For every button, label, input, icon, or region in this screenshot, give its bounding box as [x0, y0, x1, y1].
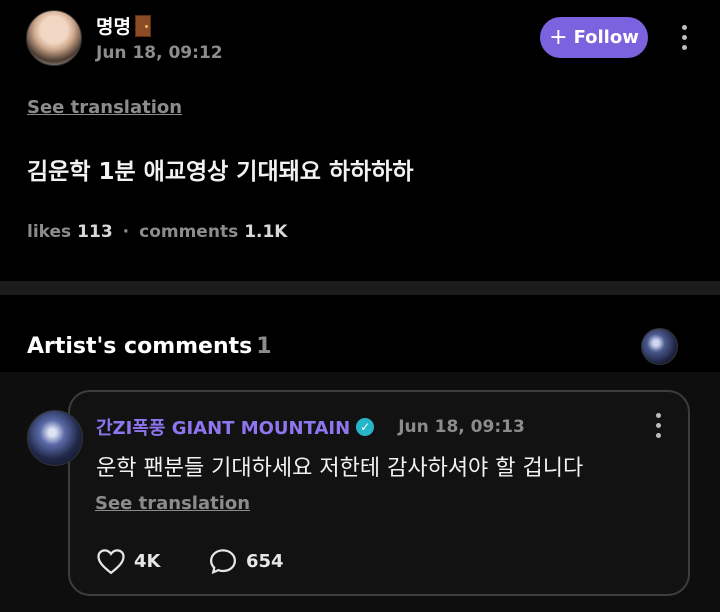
post-author-name[interactable]: 명명	[96, 12, 151, 39]
artist-comments-count: 1	[256, 334, 272, 359]
comment-see-translation-link[interactable]: See translation	[95, 493, 250, 514]
comment-timestamp: Jun 18, 09:13	[398, 417, 525, 437]
verified-icon: ✓	[356, 418, 375, 436]
follow-button-label: Follow	[573, 27, 639, 48]
post-author-name-text: 명명	[96, 16, 131, 38]
likes-label: likes	[27, 222, 72, 242]
post-see-translation-link[interactable]: See translation	[27, 97, 182, 118]
comment-like-count: 4K	[134, 550, 161, 572]
artist-avatar-small[interactable]	[641, 328, 678, 365]
comments-count[interactable]: 1.1K	[244, 222, 287, 242]
comments-label[interactable]: comments	[139, 222, 238, 242]
post-body-text: 김운학 1분 애교영상 기대돼요 하하하하	[27, 159, 414, 185]
post-author-avatar[interactable]	[26, 10, 82, 66]
comment-author-row: 간ZI폭풍 GIANT MOUNTAIN ✓ Jun 18, 09:13	[96, 414, 525, 440]
artist-comments-title: Artist's comments	[27, 334, 253, 359]
section-divider	[0, 281, 720, 295]
stats-separator: ·	[122, 222, 130, 242]
post-more-icon[interactable]	[674, 22, 694, 52]
post-stats: likes 113 · comments 1.1K	[27, 222, 287, 242]
post-timestamp: Jun 18, 09:12	[96, 43, 223, 63]
plus-icon: +	[549, 24, 568, 50]
comment-reply-count: 654	[246, 550, 284, 572]
comment-like-button[interactable]: 4K	[96, 547, 160, 575]
follow-button[interactable]: + Follow	[540, 17, 648, 58]
likes-count: 113	[77, 222, 113, 242]
heart-icon	[97, 549, 125, 575]
comment-bubble-icon	[209, 549, 237, 575]
comment-reply-button[interactable]: 654	[208, 547, 284, 575]
door-emoji-icon	[134, 14, 151, 37]
comment-body-text: 운학 팬분들 기대하세요 저한테 감사하셔야 할 겁니다	[96, 456, 584, 481]
comment-author-name[interactable]: 간ZI폭풍 GIANT MOUNTAIN	[96, 414, 350, 440]
comment-author-avatar[interactable]	[27, 410, 83, 466]
artist-comments-header: Artist's comments 1	[27, 334, 272, 359]
comment-more-icon[interactable]	[648, 410, 668, 440]
